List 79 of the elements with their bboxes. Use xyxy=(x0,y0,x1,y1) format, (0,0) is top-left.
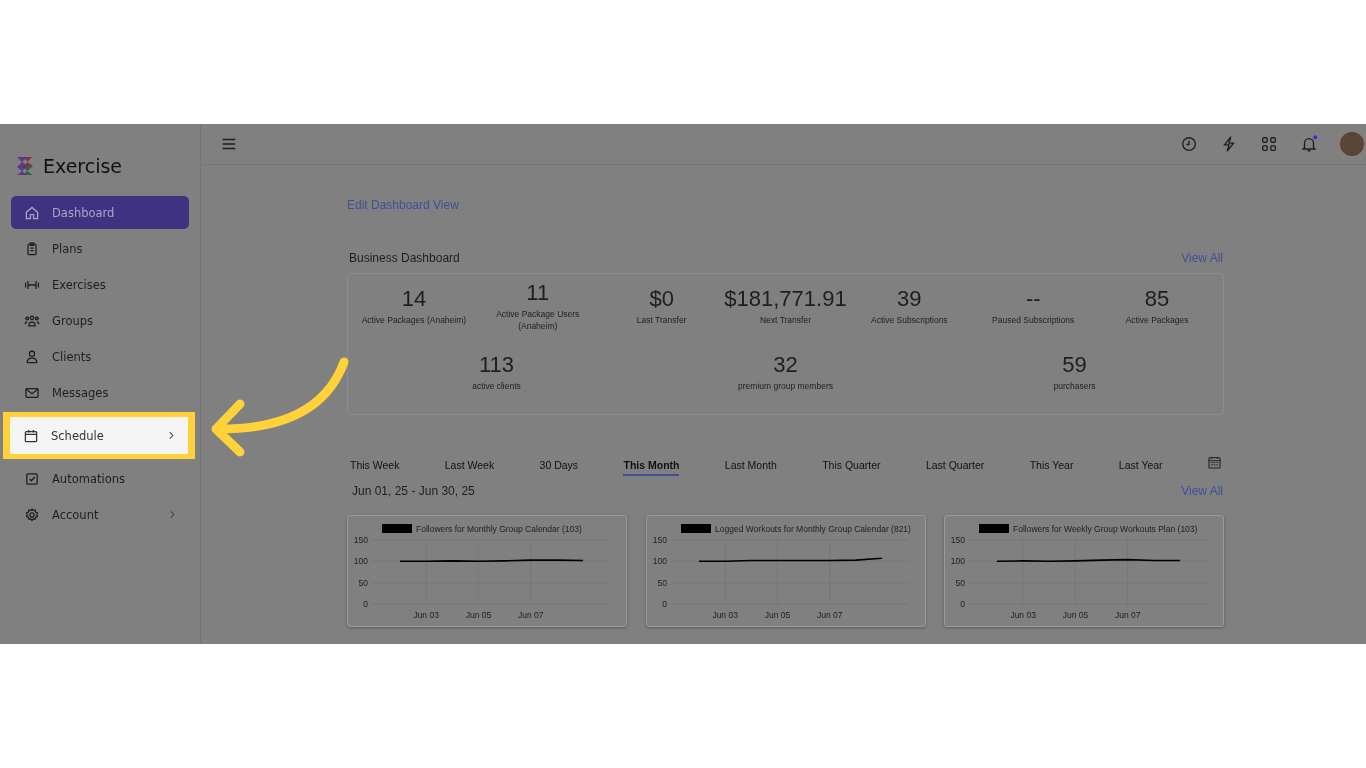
stat-label: Paused Subscriptions xyxy=(992,314,1075,326)
sidebar-item[interactable]: Schedule xyxy=(10,417,188,454)
axis-tick-label: 50 xyxy=(955,577,965,588)
stat-value: $0 xyxy=(649,285,674,313)
stat-label: Next Transfer xyxy=(759,314,811,326)
period-tab[interactable]: Last Quarter xyxy=(925,456,985,476)
period-tab[interactable]: This Week xyxy=(350,456,400,476)
clock-icon[interactable] xyxy=(1180,135,1198,153)
axis-tick-label: 0 xyxy=(661,599,667,609)
axis-tick-label: 150 xyxy=(950,535,965,545)
notification-bell-icon[interactable] xyxy=(1300,135,1318,153)
period-tab[interactable]: This Year xyxy=(1029,456,1074,476)
axis-tick-label: 150 xyxy=(353,535,368,545)
axis-tick-label: Jun 05 xyxy=(764,610,790,620)
sidebar-item[interactable]: Messages xyxy=(11,376,189,409)
chevron-icon xyxy=(168,431,175,440)
axis-tick-label: 100 xyxy=(950,556,965,567)
stat-label: premium group members xyxy=(738,380,833,392)
section-title: Business Dashboard xyxy=(349,251,460,265)
sidebar-item[interactable]: Dashboard xyxy=(11,196,189,229)
brand-name: Exercise xyxy=(43,155,123,177)
settings-icon xyxy=(24,506,40,523)
home-icon xyxy=(24,204,40,221)
axis-tick-label: 150 xyxy=(652,535,667,545)
avatar[interactable] xyxy=(1340,132,1364,156)
stat-value: -- xyxy=(1025,285,1041,313)
sidebar-item[interactable]: Clients xyxy=(11,340,189,373)
period-tab[interactable]: This Quarter xyxy=(822,456,881,476)
stat-value: 39 xyxy=(897,285,922,313)
sidebar-item[interactable]: Groups xyxy=(11,304,189,337)
axis-tick-label: 0 xyxy=(960,599,965,609)
lightning-icon[interactable] xyxy=(1220,135,1238,153)
clipboard-icon xyxy=(24,240,40,257)
axis-tick-label: Jun 03 xyxy=(1010,610,1036,620)
axis-tick-label: 50 xyxy=(657,577,667,588)
period-tab[interactable]: This Month xyxy=(623,456,680,476)
stat-label: Active Packages (Anaheim) xyxy=(361,314,467,326)
axis-tick-label: Jun 07 xyxy=(1114,610,1141,620)
axis-tick-label: Jun 05 xyxy=(465,610,492,620)
axis-tick-label: Jun 03 xyxy=(711,610,738,620)
axis-tick-label: 100 xyxy=(652,556,667,567)
date-range: Jun 01, 25 - Jun 30, 25 xyxy=(351,484,475,498)
checkbox-icon xyxy=(24,470,40,487)
calendar-icon xyxy=(23,427,39,444)
chevron-icon xyxy=(169,510,176,519)
person-icon xyxy=(24,348,40,365)
period-tab[interactable]: Last Year xyxy=(1118,456,1163,476)
stat-value: 14 xyxy=(401,285,427,313)
axis-tick-label: Jun 07 xyxy=(816,610,842,620)
stat-label: Active Subscriptions xyxy=(871,314,948,326)
axis-tick-label: Jun 07 xyxy=(517,610,544,620)
period-tab[interactable]: 30 Days xyxy=(539,456,579,476)
stat-value: 59 xyxy=(1062,351,1087,379)
stat-label: Last Transfer xyxy=(636,314,687,326)
stat-value: 113 xyxy=(478,351,515,379)
axis-tick-label: 100 xyxy=(353,556,368,567)
grid-icon[interactable] xyxy=(1260,135,1278,153)
stat-value: 85 xyxy=(1144,285,1170,313)
stat-label: active clients xyxy=(472,380,521,392)
calendar-icon[interactable] xyxy=(1208,455,1221,469)
stat-value: 32 xyxy=(773,351,798,379)
stat-label: Active Package Users (Anaheim) xyxy=(495,308,581,332)
stat-value: $181,771.91 xyxy=(724,285,847,313)
sidebar-item[interactable]: Account xyxy=(11,498,189,531)
axis-tick-label: Jun 03 xyxy=(413,610,439,620)
sidebar-item[interactable]: Automations xyxy=(11,462,189,495)
legend-label: Logged Workouts for Monthly Group Calendar (821) xyxy=(714,523,911,534)
sidebar-item[interactable]: Plans xyxy=(11,232,189,265)
stat-label: Active Packages xyxy=(1125,314,1189,326)
axis-tick-label: 0 xyxy=(363,599,368,609)
legend-label: Followers for Monthly Group Calendar (103) xyxy=(416,523,582,534)
stat-value: 11 xyxy=(526,279,550,307)
legend-label: Followers for Weekly Group Workouts Plan (103) xyxy=(1013,523,1198,534)
period-tab[interactable]: Last Month xyxy=(724,456,777,476)
period-tab[interactable]: Last Week xyxy=(444,456,495,476)
sidebar-item[interactable]: Exercises xyxy=(11,268,189,301)
axis-tick-label: Jun 05 xyxy=(1062,610,1089,620)
stat-label: purchasers xyxy=(1053,380,1096,392)
axis-tick-label: 50 xyxy=(358,577,368,588)
